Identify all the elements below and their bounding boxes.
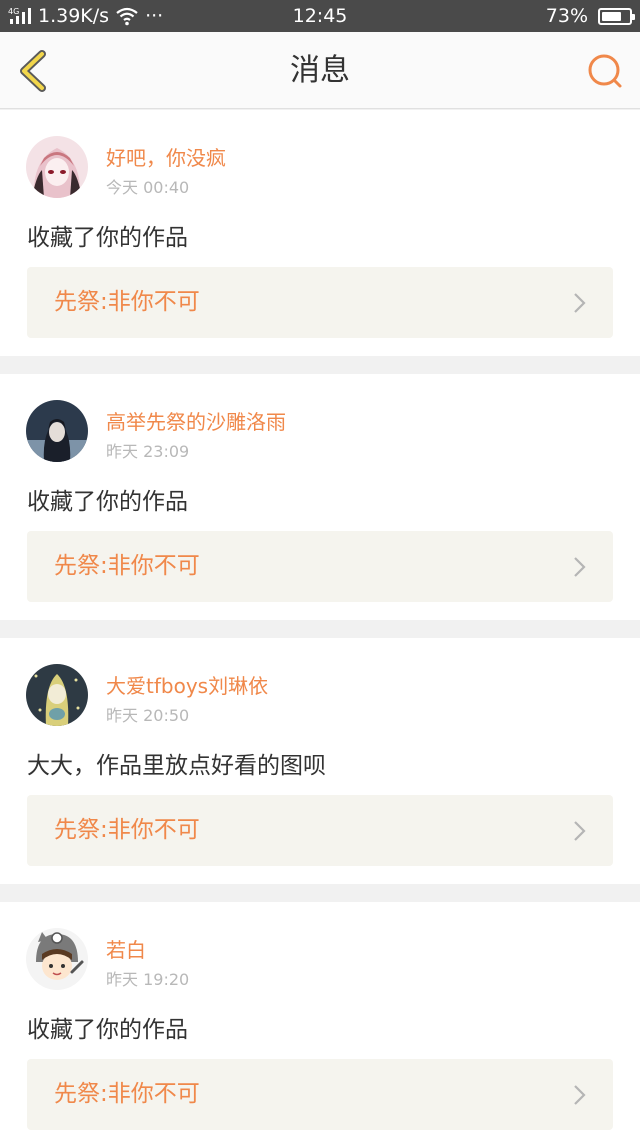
avatar[interactable]: [26, 664, 88, 726]
clock: 12:45: [292, 5, 348, 27]
search-icon[interactable]: [586, 52, 624, 90]
top-nav-bar: 消息: [0, 32, 640, 109]
page-title: 消息: [290, 53, 350, 88]
message-card: 若白 昨天 19:20 收藏了你的作品 先祭:非你不可: [0, 902, 640, 1138]
timestamp: 昨天 23:09: [106, 442, 190, 461]
chevron-right-icon: [574, 1085, 586, 1105]
message-card: 大爱tfboys刘琳依 昨天 20:50 大大，作品里放点好看的图呗 先祭:非你…: [0, 638, 640, 884]
work-title: 先祭:非你不可: [54, 1081, 200, 1107]
username[interactable]: 高举先祭的沙雕洛雨: [106, 406, 286, 435]
work-link[interactable]: 先祭:非你不可: [27, 267, 613, 338]
battery-percent: 73%: [545, 5, 588, 27]
message-text: 收藏了你的作品: [27, 225, 188, 251]
work-link[interactable]: 先祭:非你不可: [27, 795, 613, 866]
username[interactable]: 大爱tfboys刘琳依: [106, 670, 268, 699]
work-link[interactable]: 先祭:非你不可: [27, 531, 613, 602]
avatar[interactable]: [26, 928, 88, 990]
avatar[interactable]: [26, 400, 88, 462]
timestamp: 今天 00:40: [106, 178, 190, 197]
work-title: 先祭:非你不可: [54, 289, 200, 315]
username[interactable]: 若白: [106, 934, 146, 963]
battery-fill: [602, 11, 621, 21]
message-list: 好吧，你没疯 今天 00:40 收藏了你的作品 先祭:非你不可 高举先祭的沙雕洛…: [0, 110, 640, 1138]
message-text: 大大，作品里放点好看的图呗: [27, 753, 326, 779]
timestamp: 昨天 19:20: [106, 970, 190, 989]
message-card: 高举先祭的沙雕洛雨 昨天 23:09 收藏了你的作品 先祭:非你不可: [0, 374, 640, 620]
message-card: 好吧，你没疯 今天 00:40 收藏了你的作品 先祭:非你不可: [0, 110, 640, 356]
battery-icon: [598, 7, 635, 25]
work-title: 先祭:非你不可: [54, 817, 200, 843]
message-text: 收藏了你的作品: [27, 489, 188, 515]
avatar[interactable]: [26, 136, 88, 198]
timestamp: 昨天 20:50: [106, 706, 190, 725]
chevron-right-icon: [574, 557, 586, 577]
status-right: 73%: [545, 0, 635, 32]
work-link[interactable]: 先祭:非你不可: [27, 1059, 613, 1130]
message-text: 收藏了你的作品: [27, 1017, 188, 1043]
work-title: 先祭:非你不可: [54, 553, 200, 579]
chevron-right-icon: [574, 293, 586, 313]
chevron-right-icon: [574, 821, 586, 841]
status-bar: 4G 1.39K/s ··· 12:45 73%: [0, 0, 640, 32]
username[interactable]: 好吧，你没疯: [106, 142, 226, 171]
